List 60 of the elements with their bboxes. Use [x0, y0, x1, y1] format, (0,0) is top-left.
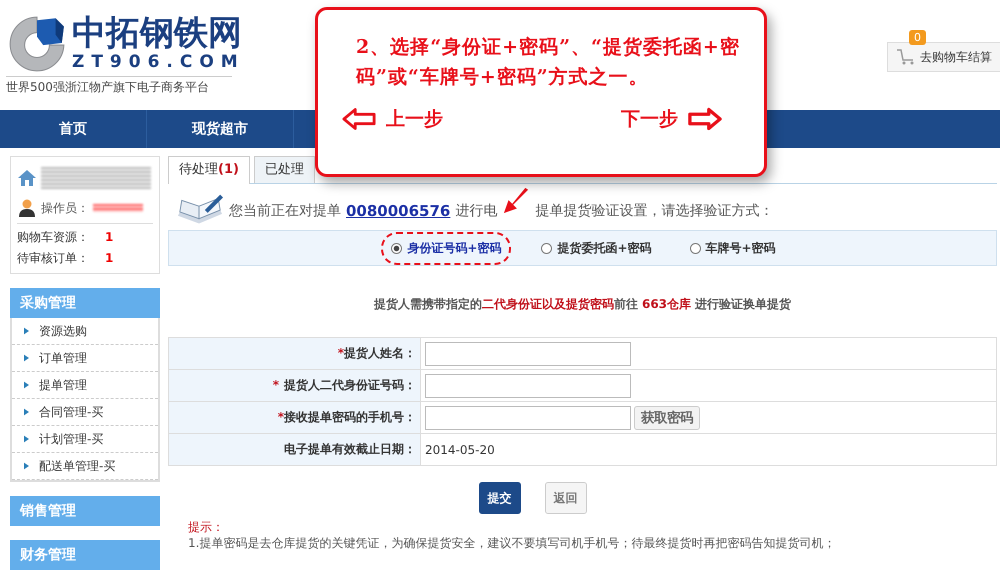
triangle-icon [24, 435, 29, 443]
notice-text: 提货人需携带指定的二代身份证以及提货密码前往 663仓库 进行验证换单提货 [372, 296, 792, 313]
method-radio[interactable]: 身份证号码+密码 [381, 232, 512, 264]
form-label-text: 提货人姓名： [344, 346, 416, 360]
triangle-icon [24, 381, 29, 389]
stat-count: 1 [105, 250, 114, 267]
required-mark: * [278, 410, 284, 424]
required-mark: * [338, 346, 344, 360]
sidebar-item[interactable]: 计划管理-买 [12, 426, 158, 453]
triangle-icon [24, 462, 29, 470]
previous-step-link[interactable]: 上一步 [342, 106, 443, 132]
tab[interactable]: 待处理(1) [168, 156, 250, 184]
right-arrow-icon [688, 107, 722, 131]
user-icon [17, 198, 37, 218]
input-field[interactable] [425, 374, 631, 398]
stat-count: 1 [105, 229, 114, 246]
guide-text: 2、选择“身份证+密码”、“提货委托函+密码”或“车牌号+密码”方式之一。 [356, 35, 741, 90]
input-field[interactable] [425, 342, 631, 366]
intro-text: 提单提货验证设置，请选择验证方式： [535, 202, 774, 220]
cart-checkout-button[interactable]: 去购物车结算 [887, 42, 1000, 72]
sidebar-item[interactable]: 订单管理 [12, 345, 158, 372]
form-label-text: 电子提单有效截止日期： [284, 442, 416, 456]
tips-title: 提示： [188, 520, 225, 535]
left-arrow-icon [342, 107, 376, 131]
input-field[interactable] [425, 406, 631, 430]
stat-label: 购物车资源： [17, 229, 89, 246]
nav-link[interactable]: 现货超市 [147, 110, 294, 148]
method-radio[interactable]: 提货委托函+密码 [533, 234, 660, 262]
intro-text: 您当前正在对提单 [229, 202, 341, 220]
stat-label: 待审核订单： [17, 250, 89, 267]
sidebar-item[interactable]: 合同管理-买 [12, 399, 158, 426]
back-button[interactable]: 返回 [544, 482, 586, 514]
home-icon [17, 168, 37, 188]
tip-line: 1.提单密码是去仓库提货的关键凭证，为确保提货安全，建议不要填写司机手机号；待最终提货时再把密码告知提货司机； [188, 536, 836, 551]
form-label-text: 提货人二代身份证号码： [284, 378, 416, 392]
triangle-icon [24, 408, 29, 416]
date-value: 2014-05-20 [425, 442, 495, 456]
intro-text: 进行电 [455, 202, 498, 220]
tagline: 世界500强浙江物产旗下电子商务平台 [6, 76, 232, 96]
next-step-link[interactable]: 下一步 [621, 106, 722, 132]
operator-label: 操作员： [41, 200, 89, 216]
logo-domain: ZT906.COM [72, 52, 245, 72]
required-mark: * [272, 378, 279, 392]
cart-count-badge: 0 [909, 30, 926, 45]
order-number-link[interactable]: 0080006576 [346, 202, 450, 220]
form-label-text: 接收提单密码的手机号： [284, 410, 416, 424]
triangle-icon [24, 327, 29, 335]
blurred-operator-name [93, 204, 143, 212]
tab[interactable]: 已处理 [254, 156, 315, 183]
logo-title: 中拓钢铁网 [72, 14, 243, 52]
cart-icon [896, 48, 916, 66]
method-radio[interactable]: 车牌号+密码 [682, 234, 784, 262]
pointer-arrow-icon [502, 187, 530, 215]
sidebar-item[interactable]: 提单管理 [12, 372, 158, 399]
nav-link[interactable]: 首页 [0, 110, 147, 148]
submit-button[interactable]: 提交 [478, 482, 520, 514]
sidebar-item[interactable]: 资源选购 [12, 318, 158, 345]
sidebar-item[interactable]: 配送单管理-买 [12, 453, 158, 480]
triangle-icon [24, 354, 29, 362]
get-password-button[interactable]: 获取密码 [634, 406, 700, 430]
